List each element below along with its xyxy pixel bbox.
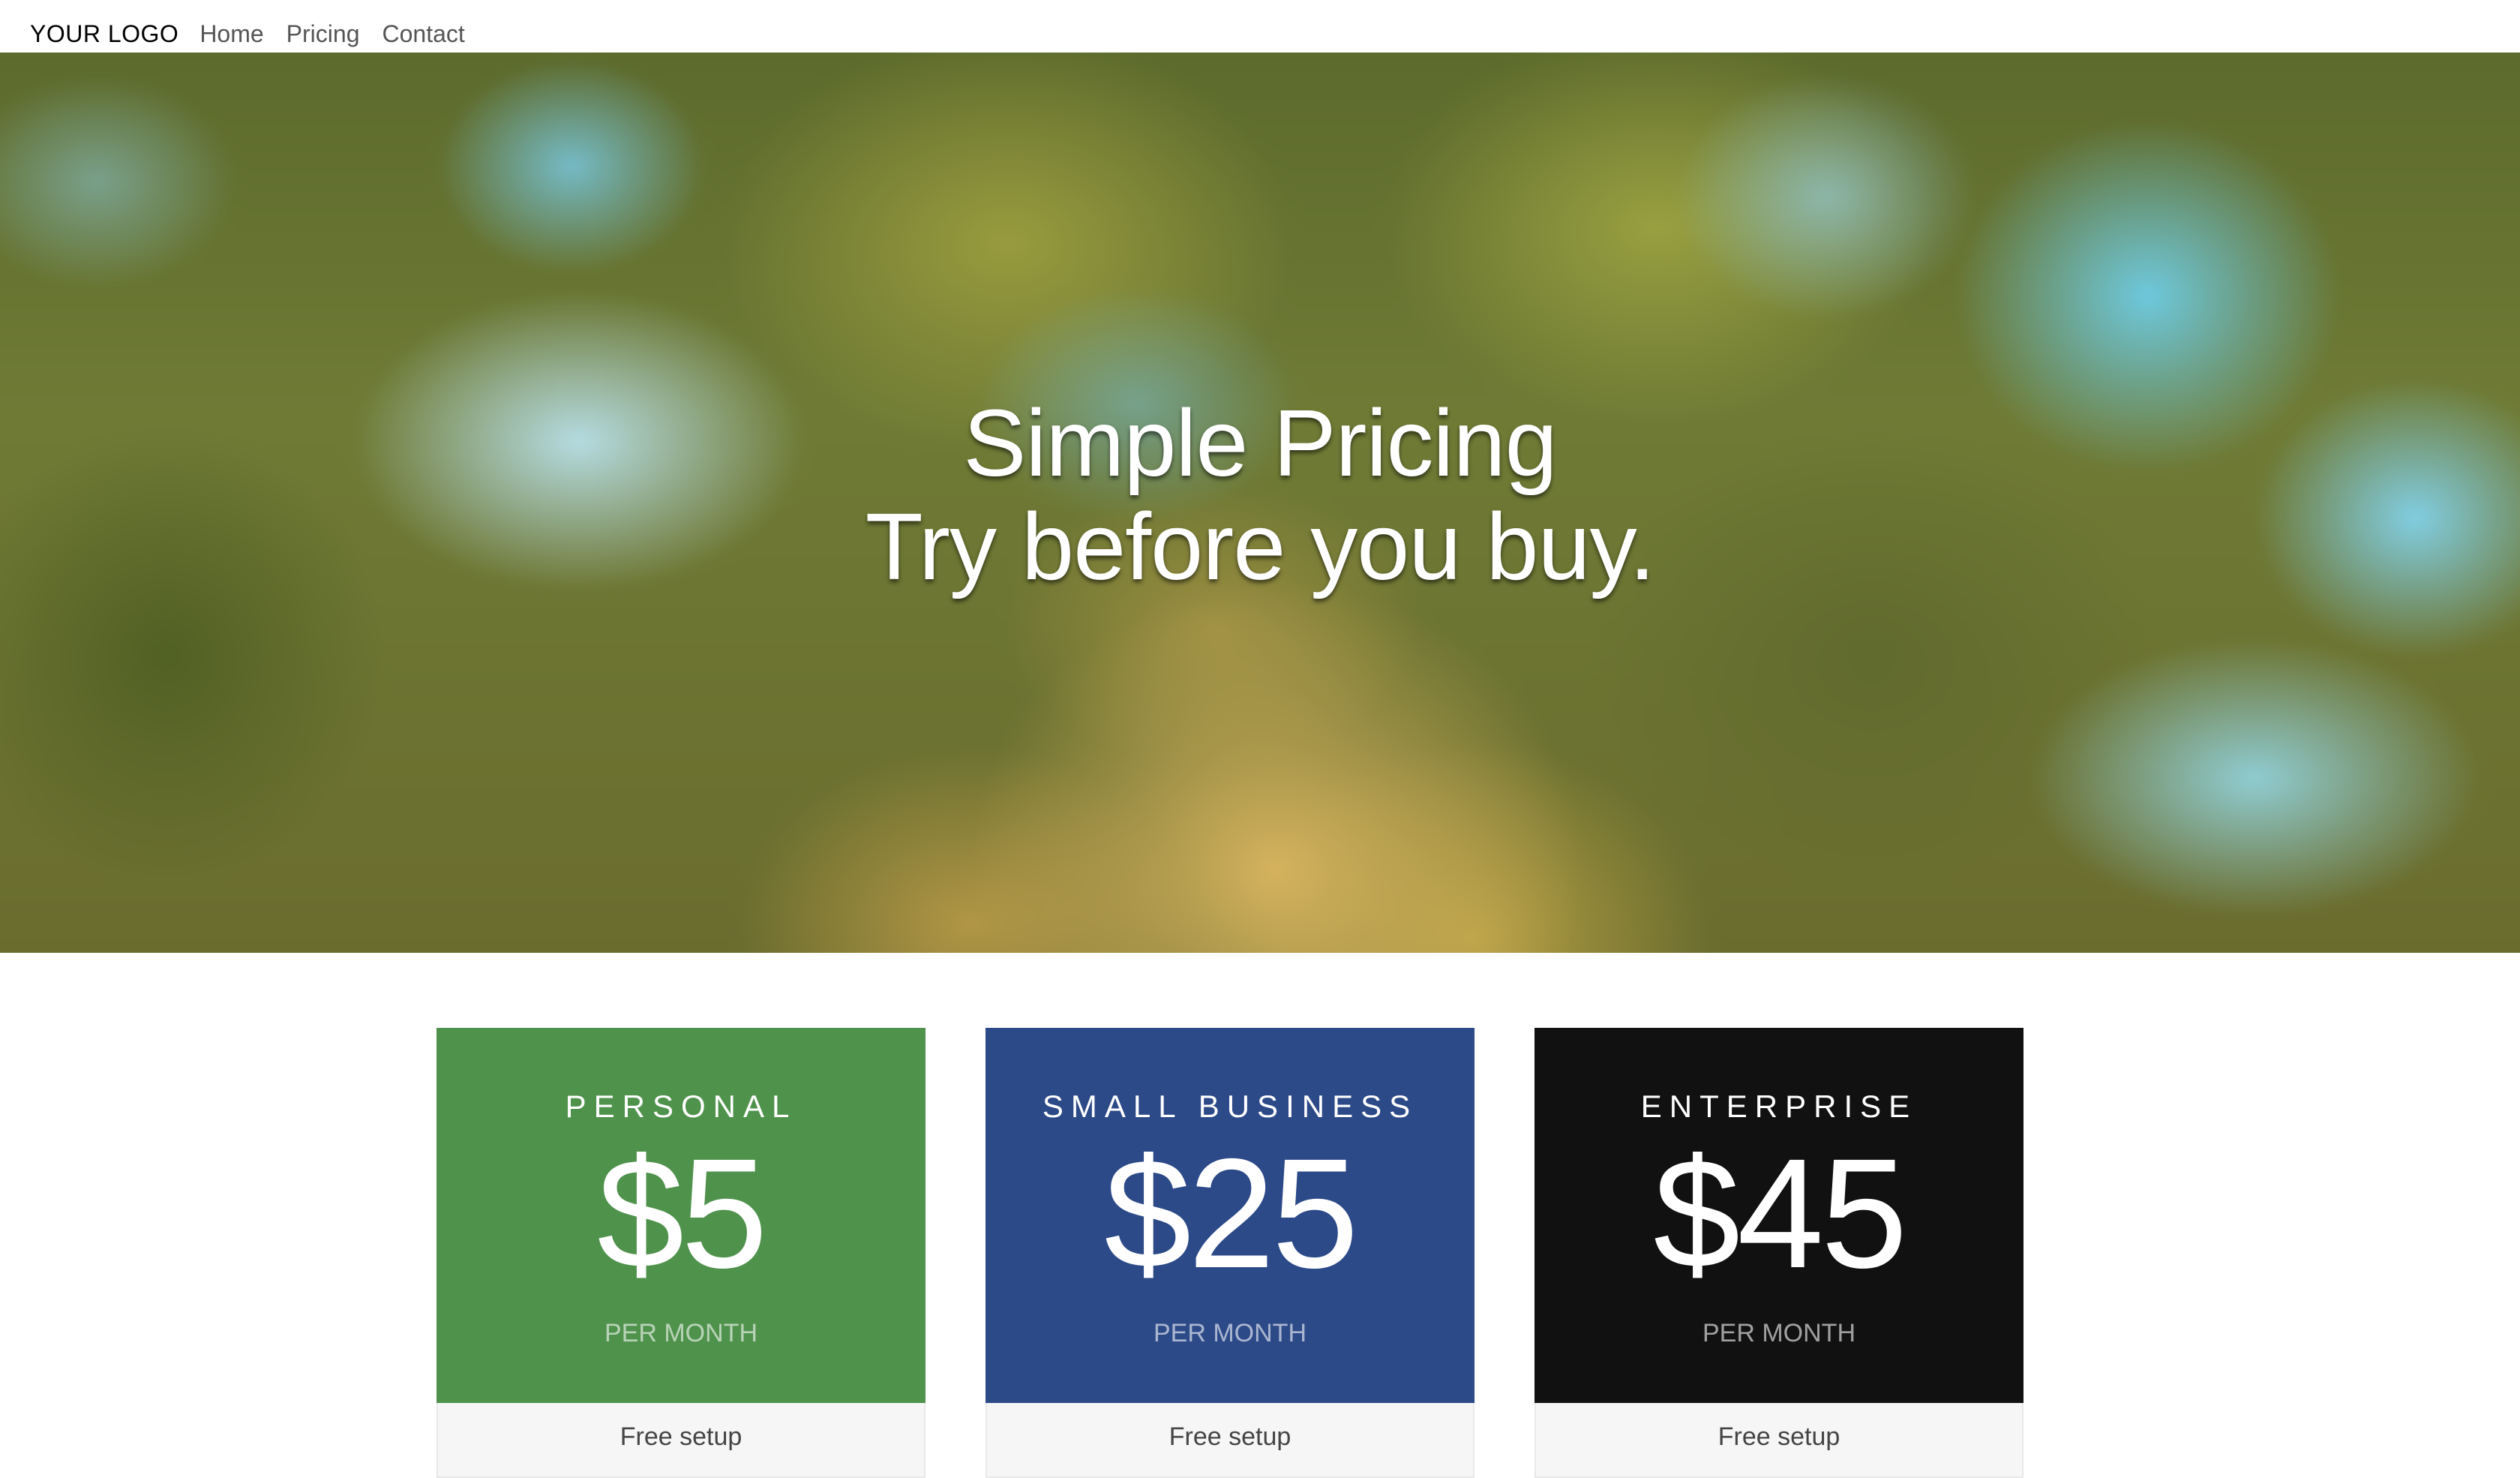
- plan-header: PERSONAL $5 PER MONTH: [436, 1028, 926, 1403]
- plan-name: ENTERPRISE: [1640, 1089, 1918, 1124]
- plan-price: $5: [597, 1127, 767, 1301]
- plan-feature: Free setup: [986, 1403, 1474, 1478]
- plan-feature: Free setup: [436, 1403, 926, 1478]
- hero-subtitle: Try before you buy.: [865, 494, 1655, 599]
- plan-period: PER MONTH: [604, 1319, 758, 1347]
- plan-header: SMALL BUSINESS $25 PER MONTH: [986, 1028, 1474, 1403]
- nav-inner: YOUR LOGO Home Pricing Contact: [30, 20, 488, 53]
- plan-header: ENTERPRISE $45 PER MONTH: [1534, 1028, 2024, 1403]
- nav-link-pricing[interactable]: Pricing: [286, 20, 360, 48]
- nav-link-home[interactable]: Home: [200, 20, 263, 48]
- top-navbar: YOUR LOGO Home Pricing Contact: [0, 0, 2520, 53]
- plan-price: $45: [1653, 1127, 1907, 1301]
- plan-name: PERSONAL: [565, 1089, 797, 1124]
- plan-price: $25: [1104, 1127, 1358, 1301]
- plan-period: PER MONTH: [1702, 1319, 1856, 1347]
- plan-name: SMALL BUSINESS: [1042, 1089, 1418, 1124]
- plan-card-enterprise[interactable]: ENTERPRISE $45 PER MONTH Free setup: [1534, 1028, 2024, 1478]
- nav-link-contact[interactable]: Contact: [382, 20, 464, 48]
- logo[interactable]: YOUR LOGO: [30, 20, 178, 48]
- plan-card-small-business[interactable]: SMALL BUSINESS $25 PER MONTH Free setup: [986, 1028, 1474, 1478]
- plan-card-personal[interactable]: PERSONAL $5 PER MONTH Free setup: [436, 1028, 926, 1478]
- hero-title: Simple Pricing: [963, 390, 1557, 496]
- plan-feature: Free setup: [1534, 1403, 2024, 1478]
- hero-text: Simple Pricing Try before you buy.: [0, 53, 2520, 953]
- hero-banner: Simple Pricing Try before you buy.: [0, 53, 2520, 953]
- plan-period: PER MONTH: [1154, 1319, 1306, 1347]
